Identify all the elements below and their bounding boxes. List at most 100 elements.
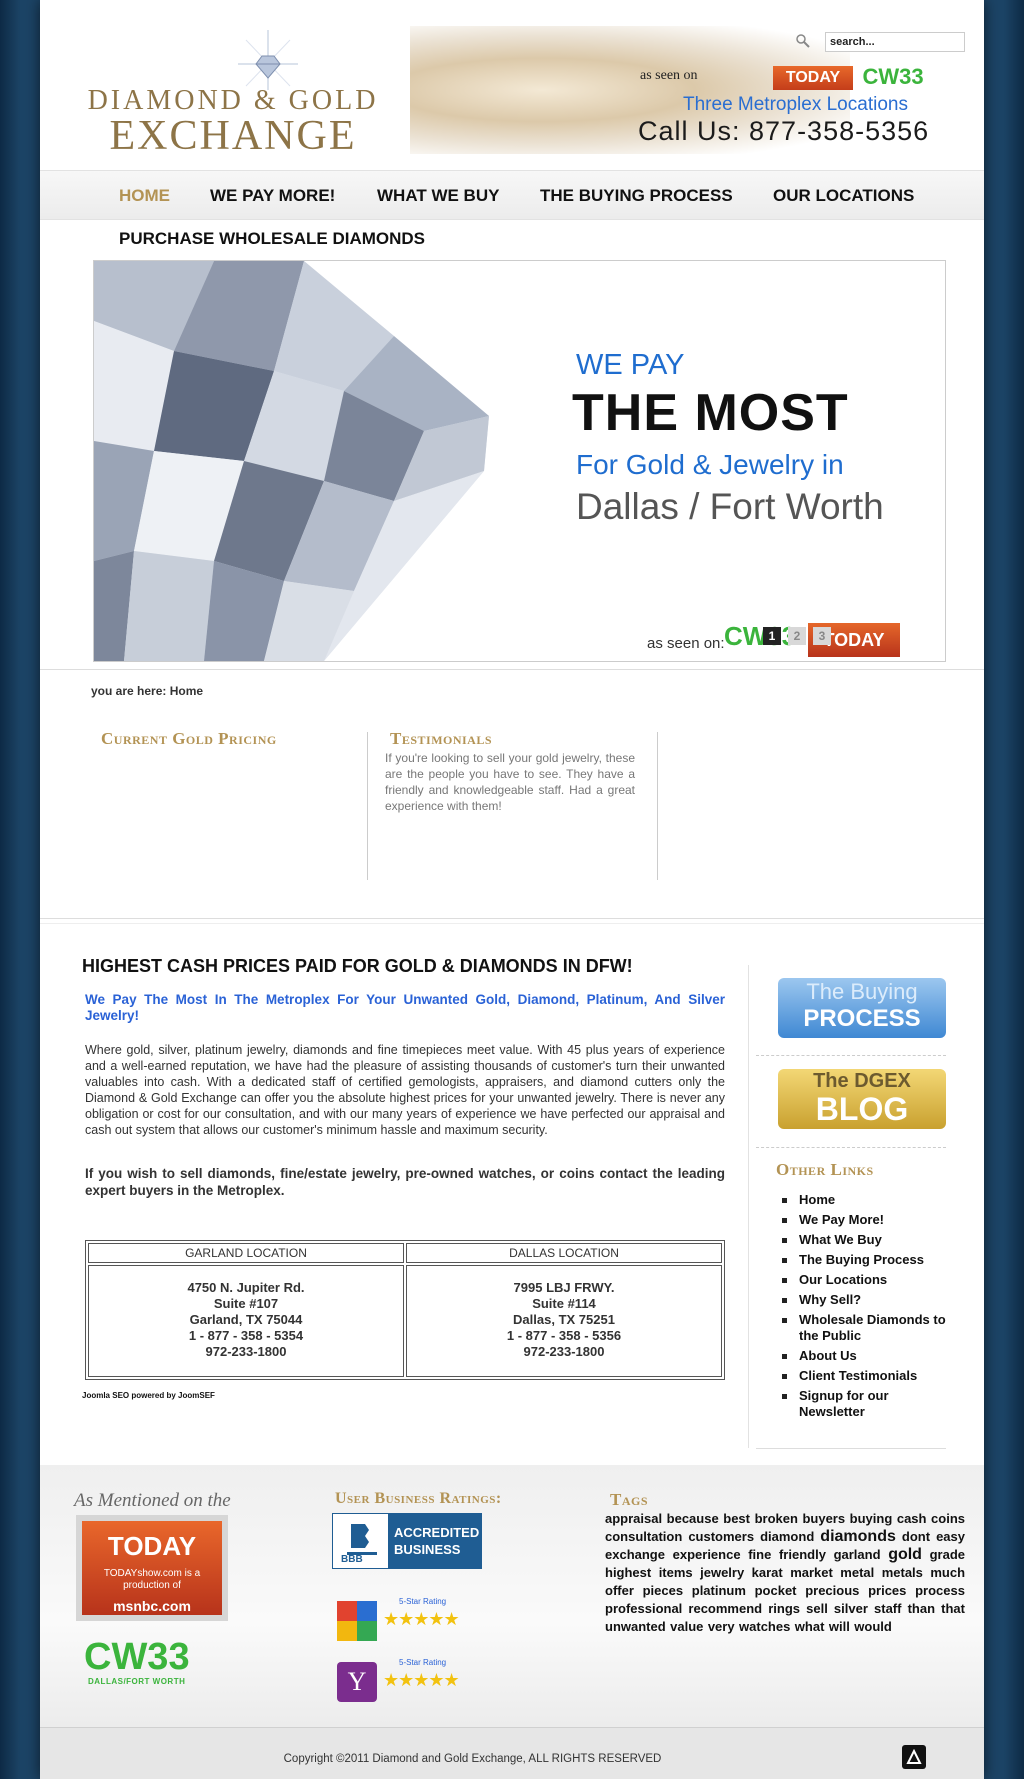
tag-link[interactable]: would [854,1619,892,1634]
tag-link[interactable]: customers [688,1529,754,1544]
rating-caption: 5-Star Rating [399,1597,447,1606]
ratings-title: User Business Ratings: [335,1490,502,1507]
back-to-top-button[interactable] [902,1745,926,1769]
joomsef-link[interactable]: Joomla SEO powered by JoomSEF [82,1391,215,1400]
tag-link[interactable]: very [708,1619,735,1634]
sidebar-link-about-us[interactable]: About Us [782,1348,957,1364]
tag-link[interactable]: that [941,1601,965,1616]
diamond-image [94,261,489,661]
blog-button-line1: The DGEX [813,1070,911,1092]
tag-link[interactable]: watches [739,1619,790,1634]
nav-what-we-buy[interactable]: WHAT WE BUY [377,186,499,206]
slide-indicator-1[interactable]: 1 [763,627,781,645]
tag-link[interactable]: precious [805,1583,859,1598]
address-line: Suite #107 [213,1296,279,1311]
tag-link[interactable]: grade [930,1547,965,1562]
nav-we-pay-more[interactable]: WE PAY MORE! [210,186,335,206]
nav-purchase-wholesale-diamonds[interactable]: PURCHASE WHOLESALE DIAMONDS [119,229,425,249]
tag-link[interactable]: coins [931,1511,965,1526]
nav-home[interactable]: HOME [119,186,170,206]
garland-location-header: GARLAND LOCATION [88,1243,404,1263]
slide-indicator-3[interactable]: 3 [813,627,831,645]
search-input[interactable] [825,32,965,52]
tag-link[interactable]: best [723,1511,750,1526]
nav-buying-process[interactable]: THE BUYING PROCESS [540,186,733,206]
google-places-icon [337,1601,377,1641]
tag-link[interactable]: items [659,1565,693,1580]
cw33-subtext: DALLAS/FORT WORTH [88,1677,186,1686]
slide-indicator-2[interactable]: 2 [788,627,806,645]
blog-button[interactable]: The DGEX BLOG [778,1069,946,1129]
intro-paragraph: Where gold, silver, platinum jewelry, di… [85,1043,725,1137]
buying-process-button[interactable]: The Buying PROCESS [778,978,946,1038]
tag-link[interactable]: diamond [760,1529,814,1544]
sidebar-link-home[interactable]: Home [782,1192,957,1208]
tag-link[interactable]: unwanted [605,1619,666,1634]
sidebar-link-client-testimonials[interactable]: Client Testimonials [782,1368,957,1384]
tag-link[interactable]: jewelry [700,1565,744,1580]
bbb-accredited-badge[interactable]: BBB ACCREDITED BUSINESS [332,1513,482,1569]
yahoo-rating[interactable]: Y 5-Star Rating ★★★★★ [337,1658,477,1702]
tag-link[interactable]: value [670,1619,703,1634]
tag-link[interactable]: broken [755,1511,798,1526]
google-rating[interactable]: 5-Star Rating ★★★★★ [337,1597,477,1641]
sidebar-link-why-sell[interactable]: Why Sell? [782,1292,957,1308]
nav-our-locations[interactable]: OUR LOCATIONS [773,186,914,206]
address-line: 4750 N. Jupiter Rd. [187,1280,305,1295]
sidebar-divider [756,1147,946,1148]
tag-link[interactable]: metal [840,1565,874,1580]
tag-link[interactable]: will [829,1619,850,1634]
sidebar-link-we-pay-more[interactable]: We Pay More! [782,1212,957,1228]
cw33-logo-text: CW33 [84,1636,190,1678]
tag-link[interactable]: because [667,1511,719,1526]
tag-link[interactable]: platinum [692,1583,746,1598]
tag-link[interactable]: consultation [605,1529,682,1544]
testimonials-title: Testimonials [390,729,493,748]
banner-cw33-logo: CW33 [724,621,797,651]
tag-link[interactable]: gold [888,1546,922,1563]
tag-link[interactable]: appraisal [605,1511,662,1526]
yahoo-icon: Y [337,1662,377,1702]
tag-link[interactable]: exchange [605,1547,665,1562]
sidebar-link-buying-process[interactable]: The Buying Process [782,1252,957,1268]
tag-link[interactable]: buying [850,1511,893,1526]
tag-link[interactable]: staff [874,1601,901,1616]
sidebar-link-wholesale-diamonds[interactable]: Wholesale Diamonds to the Public [782,1312,957,1344]
site-logo[interactable]: DIAMOND & GOLD EXCHANGE [78,30,388,160]
dallas-location-header: DALLAS LOCATION [406,1243,722,1263]
tag-link[interactable]: diamonds [820,1528,896,1545]
tag-link[interactable]: process [915,1583,965,1598]
page-container: DIAMOND & GOLD EXCHANGE as seen on TODAY… [40,0,984,1779]
tag-link[interactable]: pocket [755,1583,797,1598]
tag-link[interactable]: garland [834,1547,881,1562]
tag-link[interactable]: much [930,1565,965,1580]
tag-link[interactable]: sell [806,1601,828,1616]
contact-paragraph: If you wish to sell diamonds, fine/estat… [85,1166,725,1198]
sidebar-link-what-we-buy[interactable]: What We Buy [782,1232,957,1248]
tag-link[interactable]: karat [752,1565,783,1580]
tag-link[interactable]: buyers [802,1511,845,1526]
tag-link[interactable]: friendly [779,1547,826,1562]
tag-link[interactable]: prices [868,1583,906,1598]
msnbc-logo-text: msnbc.com [113,1598,191,1614]
sidebar-link-our-locations[interactable]: Our Locations [782,1272,957,1288]
tag-link[interactable]: cash [897,1511,927,1526]
tag-link[interactable]: offer [605,1583,634,1598]
tag-link[interactable]: metals [882,1565,923,1580]
sidebar-link-newsletter-signup[interactable]: Signup for our Newsletter [782,1388,957,1420]
tag-link[interactable]: easy [936,1529,965,1544]
tag-link[interactable]: dont [902,1529,930,1544]
garland-location-address: 4750 N. Jupiter Rd. Suite #107 Garland, … [88,1265,404,1377]
tag-link[interactable]: market [790,1565,833,1580]
tag-link[interactable]: pieces [643,1583,683,1598]
tag-link[interactable]: professional [605,1601,682,1616]
tag-link[interactable]: highest [605,1565,651,1580]
tag-link[interactable]: recommend [688,1601,762,1616]
as-seen-on-label: as seen on [640,68,698,83]
tag-link[interactable]: experience [673,1547,741,1562]
tag-link[interactable]: silver [834,1601,868,1616]
tag-link[interactable]: rings [768,1601,800,1616]
tag-link[interactable]: fine [748,1547,771,1562]
tag-link[interactable]: than [908,1601,935,1616]
tag-link[interactable]: what [795,1619,825,1634]
